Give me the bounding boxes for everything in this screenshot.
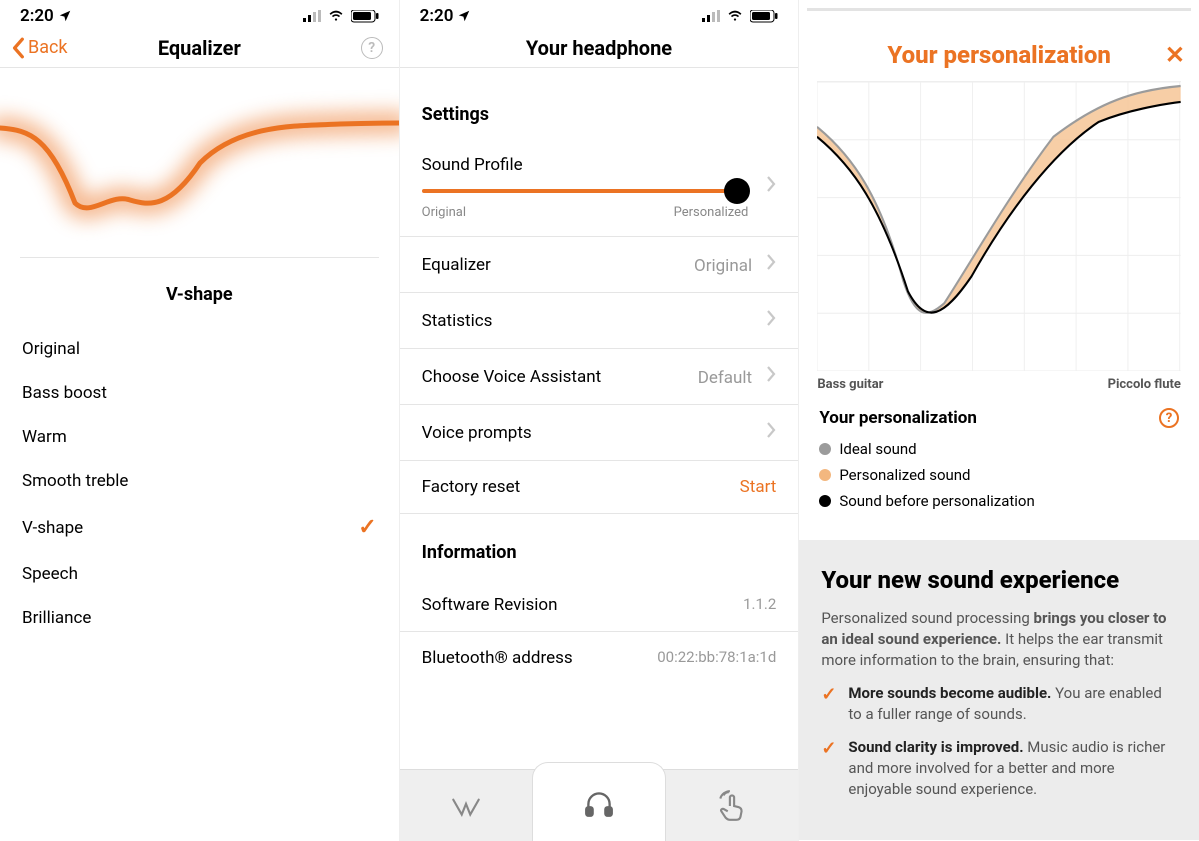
info-paragraph: Personalized sound processing brings you… [821,608,1177,671]
swatch-icon [819,469,831,481]
status-bar: 2:20 [400,0,799,28]
preset-list: Original Bass boost Warm Smooth treble V… [0,327,399,640]
row-bluetooth-address: Bluetooth® address 00:22:bb:78:1a:1d [400,632,799,684]
section-settings: Settings [400,68,799,141]
row-equalizer[interactable]: Equalizer Original [400,237,799,293]
location-icon [457,9,471,23]
page-title: Your personalization [887,41,1111,69]
header: Your headphone [400,28,799,68]
legend-personalized: Personalized sound [819,462,1179,488]
help-button[interactable]: ? [1159,408,1179,428]
preset-warm[interactable]: Warm [22,415,377,459]
info-heading: Your new sound experience [821,566,1177,594]
check-icon: ✓ [821,737,836,800]
slider-label-left: Original [422,205,466,220]
tab-bar [400,769,799,841]
phone-equalizer: 2:20 Back Equalizer ? [0,0,400,841]
legend-heading: Your personalization [819,408,977,428]
chevron-right-icon [766,256,776,276]
phone-personalization: Your personalization ✕ [799,0,1199,841]
cellular-icon [702,10,720,22]
preset-brilliance[interactable]: Brilliance [22,596,377,640]
tab-headphones-icon[interactable] [532,762,666,841]
equalizer-curve [20,68,379,258]
check-icon: ✓ [358,515,376,540]
wifi-icon [327,9,345,23]
row-factory-reset[interactable]: Factory reset Start [400,461,799,514]
sound-profile-label: Sound Profile [422,155,749,175]
swatch-icon [819,443,831,455]
preset-v-shape[interactable]: V-shape ✓ [22,503,377,552]
sound-profile-slider[interactable] [422,189,749,193]
factory-reset-start[interactable]: Start [740,477,777,497]
sound-profile-row[interactable]: Sound Profile Original Personalized [400,141,799,237]
help-button[interactable]: ? [361,37,383,59]
preset-original[interactable]: Original [22,327,377,371]
close-button[interactable]: ✕ [1165,41,1185,69]
preset-speech[interactable]: Speech [22,552,377,596]
swatch-icon [819,495,831,507]
section-information: Information [400,514,799,579]
battery-icon [750,10,778,23]
chevron-right-icon [766,368,776,388]
back-button[interactable]: Back [12,37,68,59]
tab-eq-icon[interactable] [400,770,532,841]
axis-left-label: Bass guitar [817,377,883,392]
row-statistics[interactable]: Statistics [400,293,799,349]
tab-touch-icon[interactable] [666,770,798,841]
header: Back Equalizer ? [0,28,399,68]
axis-labels: Bass guitar Piccolo flute [817,377,1181,392]
row-software-revision: Software Revision 1.1.2 [400,579,799,632]
phone-settings: 2:20 Your headphone Settings Sound Profi… [400,0,800,841]
chevron-right-icon [766,309,776,332]
personalization-chart [817,81,1181,371]
back-label: Back [28,37,68,58]
selected-preset-heading: V-shape [0,258,399,327]
preset-smooth-treble[interactable]: Smooth treble [22,459,377,503]
clock: 2:20 [420,6,454,26]
chevron-right-icon [766,175,776,197]
legend-ideal: Ideal sound [819,436,1179,462]
legend: Your personalization ? Ideal sound Perso… [799,408,1199,530]
personalization-header: Your personalization ✕ [807,8,1191,81]
clock: 2:20 [20,6,54,26]
page-title: Equalizer [158,36,241,60]
legend-before: Sound before personalization [819,488,1179,514]
info-panel: Your new sound experience Personalized s… [799,540,1199,840]
cellular-icon [303,10,321,22]
chevron-right-icon [766,421,776,444]
preset-bass-boost[interactable]: Bass boost [22,371,377,415]
status-bar: 2:20 [0,0,399,28]
page-title: Your headphone [526,36,672,60]
bullet-2: ✓ Sound clarity is improved. Music audio… [821,737,1177,800]
slider-label-right: Personalized [674,205,749,220]
wifi-icon [726,9,744,23]
battery-icon [351,10,379,23]
location-icon [58,9,72,23]
bullet-1: ✓ More sounds become audible. You are en… [821,683,1177,725]
check-icon: ✓ [821,683,836,725]
slider-thumb[interactable] [724,178,750,204]
row-voice-assistant[interactable]: Choose Voice Assistant Default [400,349,799,405]
axis-right-label: Piccolo flute [1108,377,1181,392]
row-voice-prompts[interactable]: Voice prompts [400,405,799,461]
